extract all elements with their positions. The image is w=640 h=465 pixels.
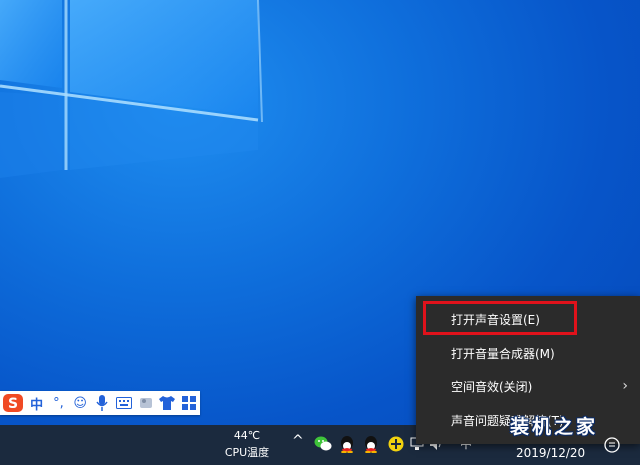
plus-icon[interactable] [387, 435, 405, 453]
notification-center-icon[interactable] [604, 437, 620, 453]
cpu-temp-value: 44℃ [233, 429, 261, 442]
menu-item-open-volume-mixer[interactable]: 打开音量合成器(M) [416, 337, 640, 369]
cpu-temp-label: CPU温度 [224, 446, 270, 459]
shirt-icon[interactable] [156, 391, 178, 415]
qq-icon[interactable] [338, 435, 356, 453]
svg-text:S: S [8, 396, 18, 412]
ime-toolbar: S 中 °, ☺ [0, 391, 200, 415]
qq-icon[interactable] [362, 435, 380, 453]
clock-date[interactable]: 2019/12/20 [516, 446, 585, 460]
mic-icon[interactable] [91, 391, 113, 415]
punctuation-button[interactable]: °, [48, 391, 70, 415]
menu-item-spatial-sound[interactable]: 空间音效(关闭) › [416, 370, 640, 402]
sogou-logo-icon[interactable]: S [0, 391, 26, 415]
red-highlight-box [423, 301, 577, 335]
cpu-temperature-widget[interactable]: 44℃ CPU温度 [216, 427, 278, 463]
show-hidden-icons-button[interactable]: ^ [292, 433, 304, 449]
watermark: 装机之家 [510, 416, 599, 438]
ime-mode-button[interactable]: 中 [26, 391, 48, 415]
grid-icon[interactable] [178, 391, 200, 415]
submenu-arrow-icon: › [622, 378, 628, 394]
wechat-icon[interactable] [314, 435, 332, 453]
keyboard-icon[interactable] [113, 391, 135, 415]
toolbox-icon[interactable] [135, 391, 157, 415]
emoji-icon[interactable]: ☺ [69, 391, 91, 415]
